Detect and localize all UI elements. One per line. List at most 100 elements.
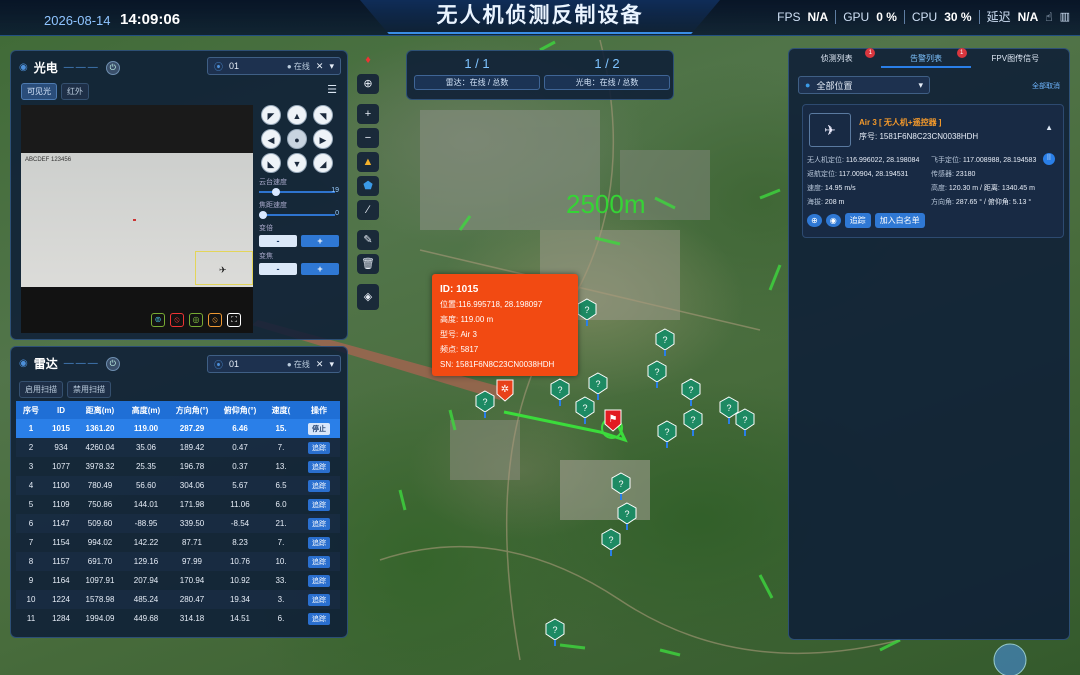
- radar-power-icon[interactable]: ⏻: [105, 356, 120, 371]
- tab-infrared[interactable]: 红外: [61, 83, 89, 100]
- track-button[interactable]: 追踪: [308, 460, 330, 473]
- ptz-down-right-icon[interactable]: ◢: [313, 153, 333, 173]
- track-button[interactable]: 追踪: [844, 213, 871, 228]
- pilot-location-icon[interactable]: ⚑: [602, 408, 624, 432]
- track-button[interactable]: 追踪: [308, 574, 330, 587]
- zoom-minus-button[interactable]: -: [259, 235, 297, 247]
- chart-icon[interactable]: ▥: [1060, 10, 1070, 23]
- action-cell[interactable]: 追踪: [298, 495, 340, 514]
- ptz-up-icon[interactable]: ▲: [287, 105, 307, 125]
- track-button[interactable]: 追踪: [308, 517, 330, 530]
- ptz-down-left-icon[interactable]: ◣: [261, 153, 281, 173]
- clear-icon[interactable]: ✕: [316, 61, 324, 72]
- ptz-center-icon[interactable]: ●: [287, 129, 307, 149]
- action-cell[interactable]: 追踪: [298, 609, 340, 628]
- fullscreen-icon[interactable]: ⛶: [227, 313, 241, 327]
- table-row[interactable]: 10 1224 1578.98 485.24 280.47 19.34 3. 追踪: [16, 590, 340, 609]
- unknown-drone-icon[interactable]: ?: [656, 420, 678, 448]
- table-row[interactable]: 1 1015 1361.20 119.00 287.29 6.46 15. 停止: [16, 419, 340, 438]
- focus-plus-button[interactable]: +: [301, 263, 339, 275]
- tab-visible-light[interactable]: 可见光: [21, 83, 57, 100]
- optical-device-select[interactable]: ⦿ 01 ● 在线 ✕ ▾: [207, 57, 341, 75]
- whitelist-button[interactable]: 加入白名单: [874, 213, 925, 228]
- tab-detection-list[interactable]: 侦测列表 1: [792, 48, 881, 68]
- action-cell[interactable]: 停止: [298, 419, 340, 438]
- zoom-plus-button[interactable]: +: [301, 235, 339, 247]
- unknown-drone-icon[interactable]: ?: [587, 372, 609, 400]
- track-button[interactable]: 追踪: [308, 498, 330, 511]
- action-cell[interactable]: 追踪: [298, 438, 340, 457]
- tab-fpv-signal[interactable]: FPV图传信号: [971, 50, 1060, 68]
- unknown-drone-icon[interactable]: ?: [574, 396, 596, 424]
- unknown-drone-icon[interactable]: ?: [682, 408, 704, 436]
- table-row[interactable]: 4 1100 780.49 56.60 304.06 5.67 6.5 追踪: [16, 476, 340, 495]
- unknown-drone-icon[interactable]: ?: [654, 328, 676, 356]
- unknown-drone-icon[interactable]: ?: [646, 360, 668, 388]
- track-button[interactable]: 追踪: [308, 479, 330, 492]
- hide-icon[interactable]: ◉: [825, 214, 841, 227]
- video-feed[interactable]: ABCDEF 123456 ✈ ⊚ ⦸ ◎ ⦸ ⛶: [21, 105, 253, 333]
- record-icon[interactable]: ⦸: [170, 313, 184, 327]
- clear-icon[interactable]: ✕: [316, 359, 324, 370]
- compass-icon[interactable]: [993, 643, 1027, 675]
- capture-icon[interactable]: ◎: [189, 313, 203, 327]
- action-cell[interactable]: 追踪: [298, 533, 340, 552]
- grid-icon[interactable]: ⠿: [1043, 153, 1055, 165]
- chevron-down-icon[interactable]: ▾: [329, 61, 334, 72]
- action-cell[interactable]: 追踪: [298, 457, 340, 476]
- unknown-drone-icon[interactable]: ?: [680, 378, 702, 406]
- auto-track-icon[interactable]: ⊚: [151, 313, 165, 327]
- cursor-icon[interactable]: ☝: [1045, 10, 1052, 24]
- location-select[interactable]: ● 全部位置 ▾: [798, 76, 930, 94]
- clear-all-link[interactable]: 全部取消: [1032, 81, 1060, 91]
- menu-icon[interactable]: ☰: [327, 83, 337, 96]
- table-row[interactable]: 7 1154 994.02 142.22 87.71 8.23 7. 追踪: [16, 533, 340, 552]
- action-cell[interactable]: 追踪: [298, 476, 340, 495]
- collapse-icon[interactable]: ▲: [1045, 123, 1053, 132]
- stop-button[interactable]: 停止: [308, 422, 330, 435]
- action-cell[interactable]: 追踪: [298, 552, 340, 571]
- unknown-drone-icon[interactable]: ?: [734, 408, 756, 436]
- delete-icon[interactable]: 🗑: [357, 254, 379, 274]
- action-cell[interactable]: 追踪: [298, 571, 340, 590]
- optical-power-icon[interactable]: ⏻: [105, 60, 120, 75]
- tab-alert-list[interactable]: 告警列表 1: [881, 48, 971, 68]
- table-row[interactable]: 11 1284 1994.09 449.68 314.18 14.51 6. 追踪: [16, 609, 340, 628]
- chevron-down-icon[interactable]: ▾: [329, 359, 334, 370]
- unknown-drone-icon[interactable]: ?: [610, 472, 632, 500]
- table-row[interactable]: 9 1164 1097.91 207.94 170.94 10.92 33. 追踪: [16, 571, 340, 590]
- table-row[interactable]: 3 1077 3978.32 25.35 196.78 0.37 13. 追踪: [16, 457, 340, 476]
- track-button[interactable]: 追踪: [308, 593, 330, 606]
- track-button[interactable]: 追踪: [308, 441, 330, 454]
- focus-speed-slider[interactable]: 0: [259, 210, 339, 219]
- enable-scan-button[interactable]: 启用扫描: [19, 381, 63, 398]
- unknown-drone-icon[interactable]: ?: [544, 618, 566, 646]
- measure-icon[interactable]: ∕: [357, 200, 379, 220]
- locate-icon[interactable]: ⊕: [357, 74, 379, 94]
- track-button[interactable]: 追踪: [308, 612, 330, 625]
- disable-scan-button[interactable]: 禁用扫描: [67, 381, 111, 398]
- action-cell[interactable]: 追踪: [298, 590, 340, 609]
- target-drone-icon[interactable]: ✲: [494, 378, 516, 402]
- locate-target-icon[interactable]: ⊕: [807, 214, 822, 227]
- pan-speed-slider[interactable]: 19: [259, 187, 339, 196]
- layers-icon[interactable]: ◈: [357, 284, 379, 310]
- ptz-right-icon[interactable]: ▶: [313, 129, 333, 149]
- zoom-out-icon[interactable]: −: [357, 128, 379, 148]
- table-row[interactable]: 6 1147 509.60 -88.95 339.50 -8.54 21. 追踪: [16, 514, 340, 533]
- north-icon[interactable]: ♦: [357, 50, 379, 70]
- ptz-up-right-icon[interactable]: ◥: [313, 105, 333, 125]
- unknown-drone-icon[interactable]: ?: [600, 528, 622, 556]
- warning-icon[interactable]: ▲: [357, 152, 379, 172]
- unknown-drone-icon[interactable]: ?: [474, 390, 496, 418]
- table-row[interactable]: 8 1157 691.70 129.16 97.99 10.76 10. 追踪: [16, 552, 340, 571]
- unknown-drone-icon[interactable]: ?: [549, 378, 571, 406]
- track-button[interactable]: 追踪: [308, 555, 330, 568]
- table-row[interactable]: 5 1109 750.86 144.01 171.98 11.06 6.0 追踪: [16, 495, 340, 514]
- ptz-up-left-icon[interactable]: ◤: [261, 105, 281, 125]
- unknown-drone-icon[interactable]: ?: [576, 298, 598, 326]
- radar-device-select[interactable]: ⦿ 01 ● 在线 ✕ ▾: [207, 355, 341, 373]
- table-row[interactable]: 2 934 4260.04 35.06 189.42 0.47 7. 追踪: [16, 438, 340, 457]
- focus-minus-button[interactable]: -: [259, 263, 297, 275]
- shield-icon[interactable]: ⬟: [357, 176, 379, 196]
